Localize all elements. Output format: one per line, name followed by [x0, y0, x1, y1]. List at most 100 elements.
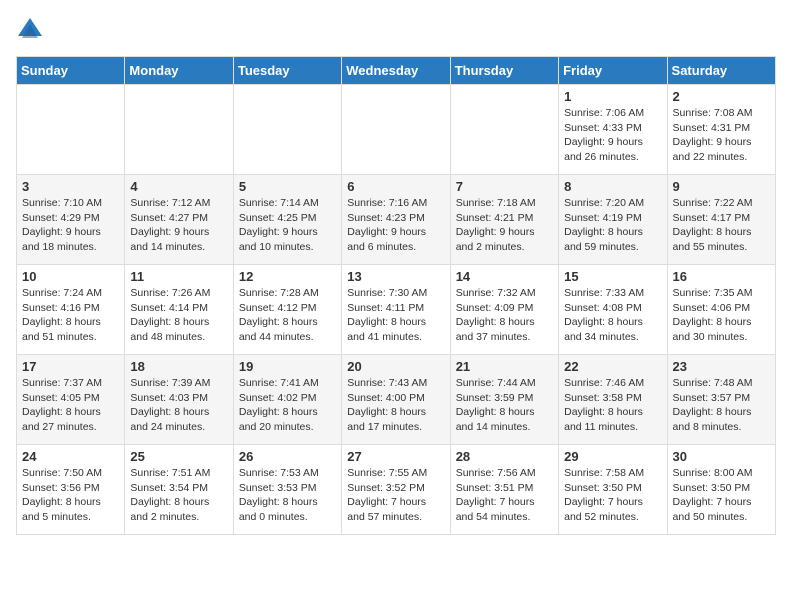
day-number: 22 — [564, 359, 661, 374]
calendar-cell: 20 Sunrise: 7:43 AM Sunset: 4:00 PM Dayli… — [342, 355, 450, 445]
day-number: 23 — [673, 359, 770, 374]
calendar-body: 1Sunrise: 7:06 AM Sunset: 4:33 PM Daylig… — [17, 85, 776, 535]
day-number: 10 — [22, 269, 119, 284]
calendar-cell: 15 Sunrise: 7:33 AM Sunset: 4:08 PM Dayli… — [559, 265, 667, 355]
day-number: 28 — [456, 449, 553, 464]
day-info: Sunrise: 7:14 AM Sunset: 4:25 PM Dayligh… — [239, 196, 336, 255]
calendar-cell: 29 Sunrise: 7:58 AM Sunset: 3:50 PM Dayli… — [559, 445, 667, 535]
day-info: Sunrise: 7:22 AM Sunset: 4:17 PM Dayligh… — [673, 196, 770, 255]
column-header-wednesday: Wednesday — [342, 57, 450, 85]
calendar-cell: 25 Sunrise: 7:51 AM Sunset: 3:54 PM Dayli… — [125, 445, 233, 535]
day-number: 18 — [130, 359, 227, 374]
calendar-cell: 22 Sunrise: 7:46 AM Sunset: 3:58 PM Dayli… — [559, 355, 667, 445]
day-info: Sunrise: 7:50 AM Sunset: 3:56 PM Dayligh… — [22, 466, 119, 525]
calendar-cell: 19Sunrise: 7:41 AM Sunset: 4:02 PM Dayli… — [233, 355, 341, 445]
day-info: Sunrise: 7:44 AM Sunset: 3:59 PM Dayligh… — [456, 376, 553, 435]
logo-icon — [16, 16, 44, 44]
column-header-thursday: Thursday — [450, 57, 558, 85]
calendar-cell: 13 Sunrise: 7:30 AM Sunset: 4:11 PM Dayli… — [342, 265, 450, 355]
calendar-cell: 14 Sunrise: 7:32 AM Sunset: 4:09 PM Dayli… — [450, 265, 558, 355]
calendar-cell: 30 Sunrise: 8:00 AM Sunset: 3:50 PM Dayli… — [667, 445, 775, 535]
day-info: Sunrise: 7:12 AM Sunset: 4:27 PM Dayligh… — [130, 196, 227, 255]
day-number: 14 — [456, 269, 553, 284]
calendar-cell: 23 Sunrise: 7:48 AM Sunset: 3:57 PM Dayli… — [667, 355, 775, 445]
calendar-table: SundayMondayTuesdayWednesdayThursdayFrid… — [16, 56, 776, 535]
day-info: Sunrise: 7:46 AM Sunset: 3:58 PM Dayligh… — [564, 376, 661, 435]
day-number: 19 — [239, 359, 336, 374]
day-info: Sunrise: 7:33 AM Sunset: 4:08 PM Dayligh… — [564, 286, 661, 345]
day-info: Sunrise: 7:56 AM Sunset: 3:51 PM Dayligh… — [456, 466, 553, 525]
calendar-week-2: 3 Sunrise: 7:10 AM Sunset: 4:29 PM Daylig… — [17, 175, 776, 265]
column-header-sunday: Sunday — [17, 57, 125, 85]
calendar-cell: 11Sunrise: 7:26 AM Sunset: 4:14 PM Dayli… — [125, 265, 233, 355]
calendar-cell: 8Sunrise: 7:20 AM Sunset: 4:19 PM Daylig… — [559, 175, 667, 265]
day-info: Sunrise: 7:53 AM Sunset: 3:53 PM Dayligh… — [239, 466, 336, 525]
day-info: Sunrise: 7:58 AM Sunset: 3:50 PM Dayligh… — [564, 466, 661, 525]
day-number: 21 — [456, 359, 553, 374]
day-info: Sunrise: 7:28 AM Sunset: 4:12 PM Dayligh… — [239, 286, 336, 345]
day-number: 29 — [564, 449, 661, 464]
header — [16, 16, 776, 44]
day-info: Sunrise: 7:48 AM Sunset: 3:57 PM Dayligh… — [673, 376, 770, 435]
day-info: Sunrise: 8:00 AM Sunset: 3:50 PM Dayligh… — [673, 466, 770, 525]
day-number: 15 — [564, 269, 661, 284]
calendar-cell: 16 Sunrise: 7:35 AM Sunset: 4:06 PM Dayli… — [667, 265, 775, 355]
day-number: 7 — [456, 179, 553, 194]
day-number: 25 — [130, 449, 227, 464]
calendar-cell: 27 Sunrise: 7:55 AM Sunset: 3:52 PM Dayli… — [342, 445, 450, 535]
day-number: 9 — [673, 179, 770, 194]
day-number: 30 — [673, 449, 770, 464]
calendar-cell: 1Sunrise: 7:06 AM Sunset: 4:33 PM Daylig… — [559, 85, 667, 175]
column-header-tuesday: Tuesday — [233, 57, 341, 85]
day-number: 3 — [22, 179, 119, 194]
calendar-cell: 2Sunrise: 7:08 AM Sunset: 4:31 PM Daylig… — [667, 85, 775, 175]
day-info: Sunrise: 7:30 AM Sunset: 4:11 PM Dayligh… — [347, 286, 444, 345]
day-info: Sunrise: 7:20 AM Sunset: 4:19 PM Dayligh… — [564, 196, 661, 255]
day-number: 1 — [564, 89, 661, 104]
calendar-header-row: SundayMondayTuesdayWednesdayThursdayFrid… — [17, 57, 776, 85]
day-number: 12 — [239, 269, 336, 284]
logo — [16, 16, 48, 44]
calendar-cell — [17, 85, 125, 175]
calendar-cell — [342, 85, 450, 175]
calendar-cell: 7 Sunrise: 7:18 AM Sunset: 4:21 PM Daylig… — [450, 175, 558, 265]
day-number: 24 — [22, 449, 119, 464]
day-number: 16 — [673, 269, 770, 284]
day-info: Sunrise: 7:37 AM Sunset: 4:05 PM Dayligh… — [22, 376, 119, 435]
day-info: Sunrise: 7:24 AM Sunset: 4:16 PM Dayligh… — [22, 286, 119, 345]
day-info: Sunrise: 7:32 AM Sunset: 4:09 PM Dayligh… — [456, 286, 553, 345]
calendar-cell: 6 Sunrise: 7:16 AM Sunset: 4:23 PM Daylig… — [342, 175, 450, 265]
day-info: Sunrise: 7:08 AM Sunset: 4:31 PM Dayligh… — [673, 106, 770, 165]
day-info: Sunrise: 7:10 AM Sunset: 4:29 PM Dayligh… — [22, 196, 119, 255]
calendar-cell — [125, 85, 233, 175]
calendar-cell: 4Sunrise: 7:12 AM Sunset: 4:27 PM Daylig… — [125, 175, 233, 265]
day-info: Sunrise: 7:51 AM Sunset: 3:54 PM Dayligh… — [130, 466, 227, 525]
day-number: 6 — [347, 179, 444, 194]
day-number: 20 — [347, 359, 444, 374]
calendar-week-1: 1Sunrise: 7:06 AM Sunset: 4:33 PM Daylig… — [17, 85, 776, 175]
day-number: 5 — [239, 179, 336, 194]
calendar-week-4: 17Sunrise: 7:37 AM Sunset: 4:05 PM Dayli… — [17, 355, 776, 445]
day-info: Sunrise: 7:16 AM Sunset: 4:23 PM Dayligh… — [347, 196, 444, 255]
day-number: 27 — [347, 449, 444, 464]
calendar-cell: 28 Sunrise: 7:56 AM Sunset: 3:51 PM Dayli… — [450, 445, 558, 535]
column-header-monday: Monday — [125, 57, 233, 85]
day-info: Sunrise: 7:43 AM Sunset: 4:00 PM Dayligh… — [347, 376, 444, 435]
day-info: Sunrise: 7:18 AM Sunset: 4:21 PM Dayligh… — [456, 196, 553, 255]
calendar-cell: 5 Sunrise: 7:14 AM Sunset: 4:25 PM Daylig… — [233, 175, 341, 265]
calendar-cell: 3 Sunrise: 7:10 AM Sunset: 4:29 PM Daylig… — [17, 175, 125, 265]
day-info: Sunrise: 7:55 AM Sunset: 3:52 PM Dayligh… — [347, 466, 444, 525]
day-number: 26 — [239, 449, 336, 464]
calendar-cell: 9 Sunrise: 7:22 AM Sunset: 4:17 PM Daylig… — [667, 175, 775, 265]
day-info: Sunrise: 7:26 AM Sunset: 4:14 PM Dayligh… — [130, 286, 227, 345]
calendar-week-3: 10 Sunrise: 7:24 AM Sunset: 4:16 PM Dayli… — [17, 265, 776, 355]
day-number: 13 — [347, 269, 444, 284]
column-header-saturday: Saturday — [667, 57, 775, 85]
day-info: Sunrise: 7:35 AM Sunset: 4:06 PM Dayligh… — [673, 286, 770, 345]
calendar-cell — [233, 85, 341, 175]
calendar-cell: 18Sunrise: 7:39 AM Sunset: 4:03 PM Dayli… — [125, 355, 233, 445]
calendar-cell — [450, 85, 558, 175]
calendar-cell: 26 Sunrise: 7:53 AM Sunset: 3:53 PM Dayli… — [233, 445, 341, 535]
calendar-cell: 10 Sunrise: 7:24 AM Sunset: 4:16 PM Dayli… — [17, 265, 125, 355]
calendar-cell: 21 Sunrise: 7:44 AM Sunset: 3:59 PM Dayli… — [450, 355, 558, 445]
